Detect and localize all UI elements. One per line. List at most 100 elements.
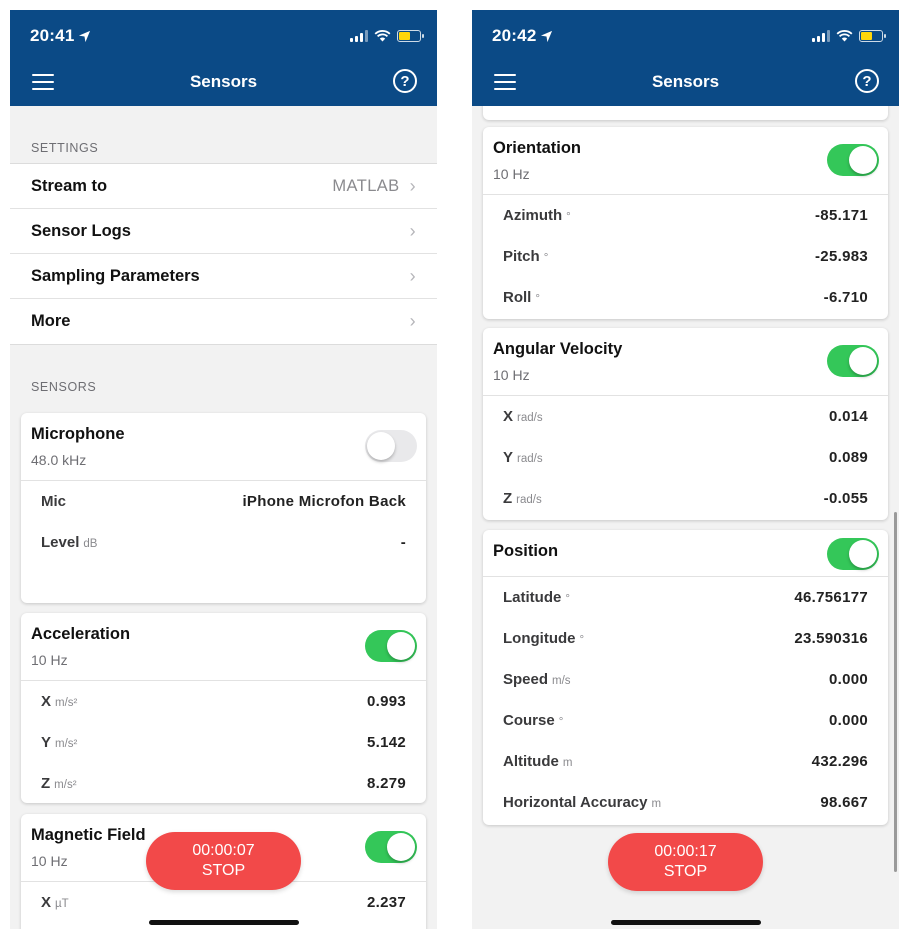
chevron-right-icon: › <box>409 311 416 331</box>
sensor-rate: 10 Hz <box>493 166 530 182</box>
sensor-value-row: Latitude ° 46.756177 <box>483 577 888 618</box>
sensor-rate: 10 Hz <box>31 652 68 668</box>
angular-velocity-toggle[interactable] <box>827 345 879 377</box>
value-unit: ° <box>535 293 540 305</box>
sensor-value-row: Zm/s² 8.279 <box>21 763 426 803</box>
settings-item-label: More <box>31 312 71 330</box>
value-reading: -0.055 <box>823 490 868 507</box>
sensor-value-row: Yrad/s 0.089 <box>483 437 888 478</box>
sensor-value-row: Ym/s² 5.142 <box>21 722 426 763</box>
value-unit: m <box>651 798 662 810</box>
sensor-rate: 10 Hz <box>493 367 530 383</box>
status-time-group: 20:42 <box>492 26 553 46</box>
sensor-value-row: Azimuth ° -85.171 <box>483 195 888 236</box>
value-unit: m/s² <box>54 779 77 791</box>
phone-screen-left: 20:41 Sensors ? SETTINGS Stream to MATLA… <box>10 10 437 929</box>
status-time: 20:42 <box>492 26 537 45</box>
acceleration-toggle[interactable] <box>365 630 417 662</box>
sensor-value-row: Course ° 0.000 <box>483 700 888 741</box>
status-time-group: 20:41 <box>30 26 91 46</box>
stop-button[interactable]: 00:00:17 STOP <box>608 833 763 891</box>
settings-item-sensor-logs[interactable]: Sensor Logs › <box>10 209 437 254</box>
position-toggle[interactable] <box>827 538 879 570</box>
sensor-card-microphone: Microphone 48.0 kHz Mic iPhone Microfon … <box>21 413 426 603</box>
value-label: Y <box>41 734 52 751</box>
value-label: Speed <box>503 671 549 688</box>
value-unit: rad/s <box>517 412 543 424</box>
value-unit: m/s² <box>55 738 78 750</box>
cellular-signal-icon <box>812 30 830 42</box>
sensor-value-row: Xrad/s 0.014 <box>483 396 888 437</box>
stop-button[interactable]: 00:00:07 STOP <box>146 832 301 890</box>
value-reading: 0.089 <box>828 449 868 466</box>
sensor-value-row: Speed m/s 0.000 <box>483 659 888 700</box>
location-arrow-icon <box>79 30 91 42</box>
hamburger-menu-icon[interactable] <box>32 72 54 92</box>
hamburger-menu-icon[interactable] <box>494 72 516 92</box>
location-arrow-icon <box>541 30 553 42</box>
value-unit: m <box>562 757 573 769</box>
value-reading: -6.710 <box>823 289 868 306</box>
battery-icon <box>859 30 886 42</box>
settings-item-more[interactable]: More › <box>10 299 437 344</box>
sensors-section-header: SENSORS <box>31 380 97 394</box>
sensor-value-row: Zrad/s -0.055 <box>483 478 888 519</box>
chevron-right-icon: › <box>409 265 416 286</box>
elapsed-time: 00:00:17 <box>654 843 717 860</box>
sensor-value-row: Pitch ° -25.983 <box>483 236 888 277</box>
sensor-title: Orientation <box>493 139 582 157</box>
status-bar: 20:42 <box>492 24 886 48</box>
chevron-right-icon: › <box>409 175 416 196</box>
value-label: Pitch <box>503 248 540 265</box>
magnetic-field-toggle[interactable] <box>365 831 417 863</box>
scrollbar[interactable] <box>894 512 897 872</box>
sensor-card-acceleration: Acceleration 10 Hz Xm/s² 0.993 Ym/s² 5.1… <box>21 613 426 803</box>
value-reading: 0.000 <box>828 671 868 688</box>
value-unit: ° <box>579 634 585 646</box>
value-reading: 0.993 <box>366 693 406 710</box>
status-bar: 20:41 <box>30 24 424 48</box>
value-reading: 8.279 <box>366 775 406 792</box>
value-unit: rad/s <box>516 494 542 506</box>
sensor-card-angular-velocity: Angular Velocity 10 Hz Xrad/s 0.014 Yrad… <box>483 328 888 520</box>
elapsed-time: 00:00:07 <box>192 842 255 859</box>
microphone-toggle[interactable] <box>365 430 417 462</box>
value-label: Z <box>503 490 513 507</box>
cellular-signal-icon <box>350 30 368 42</box>
value-label: Roll <box>503 289 532 306</box>
settings-item-label: Sensor Logs <box>31 221 131 240</box>
sensor-value-row: Altitude m 432.296 <box>483 741 888 782</box>
value-label: X <box>41 894 52 911</box>
value-label: Longitude <box>503 630 576 647</box>
question-circle-icon[interactable]: ? <box>393 69 417 93</box>
question-circle-icon[interactable]: ? <box>855 69 879 93</box>
chevron-right-icon: › <box>409 220 416 241</box>
value-label: Course <box>503 712 555 729</box>
orientation-toggle[interactable] <box>827 144 879 176</box>
sensor-title: Microphone <box>31 425 125 443</box>
value-reading: 2.237 <box>366 894 406 911</box>
sensor-card-orientation: Orientation 10 Hz Azimuth ° -85.171 Pitch… <box>483 127 888 319</box>
value-unit: ° <box>566 211 571 223</box>
sensor-title: Angular Velocity <box>493 340 623 358</box>
value-reading: -85.171 <box>815 207 868 224</box>
value-label: Azimuth <box>503 207 563 224</box>
value-reading: 0.014 <box>828 408 868 425</box>
settings-item-stream-to[interactable]: Stream to MATLAB › <box>10 164 437 209</box>
sensor-value-row: Xm/s² 0.993 <box>21 681 426 722</box>
sensor-title: Position <box>493 542 559 560</box>
stop-label: STOP <box>663 863 708 880</box>
settings-section-header: SETTINGS <box>31 141 99 155</box>
battery-icon <box>397 30 424 42</box>
phone-screen-right: Orientation 10 Hz Azimuth ° -85.171 Pitch… <box>472 10 899 929</box>
sensor-rate: 48.0 kHz <box>31 452 87 468</box>
value-unit: rad/s <box>517 453 543 465</box>
sensor-value-row: Level dB - <box>21 522 426 563</box>
value-reading: 432.296 <box>811 753 868 770</box>
value-unit: m/s <box>552 675 571 687</box>
settings-list: Stream to MATLAB › Sensor Logs › Sampling… <box>10 163 437 345</box>
value-unit: m/s² <box>55 697 78 709</box>
settings-item-sampling-parameters[interactable]: Sampling Parameters › <box>10 254 437 299</box>
value-label: X <box>503 408 514 425</box>
settings-item-label: Sampling Parameters <box>31 266 200 285</box>
